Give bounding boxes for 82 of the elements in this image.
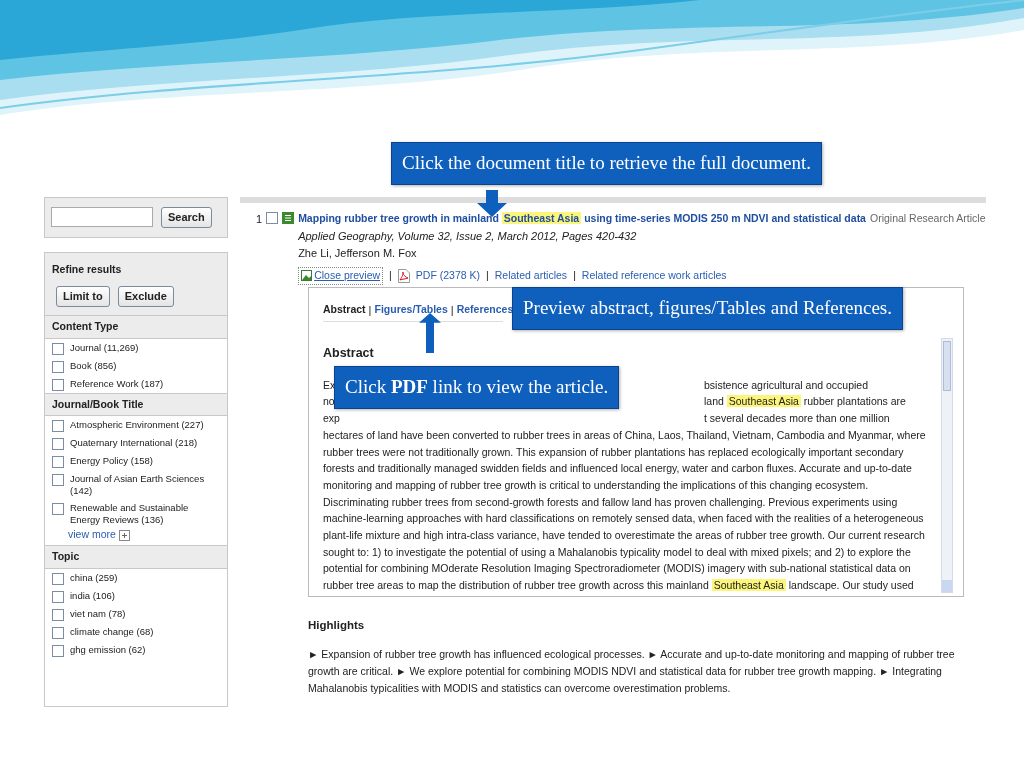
callout-box: Preview abstract, figures/Tables and References. xyxy=(512,287,903,330)
checkbox[interactable] xyxy=(52,626,64,639)
section-header: Journal/Book Title xyxy=(45,392,227,417)
checkbox[interactable] xyxy=(52,572,64,585)
authors-text: Zhe Li, Jefferson M. Fox xyxy=(298,246,418,262)
abstract-fragment: land Southeast Asia rubber plantations are xyxy=(704,395,906,408)
separator: | xyxy=(486,267,489,283)
callout-box: Click PDF link to view the article. xyxy=(334,366,620,409)
highlights-line: Mahalanobis typicalities with MODIS and statistics can overcome overestimation problems. xyxy=(308,680,732,696)
expand-icon[interactable] xyxy=(118,529,130,541)
callout-box: Click the document title to retrieve the full document. xyxy=(391,142,822,185)
panel-title: Refine results xyxy=(52,261,123,277)
filter-button[interactable]: Exclude xyxy=(117,286,174,307)
filter-label[interactable]: ghg emission (62) xyxy=(70,643,146,656)
related-link[interactable]: Related reference work articles xyxy=(581,267,727,284)
checkbox[interactable] xyxy=(266,212,279,224)
image-icon[interactable] xyxy=(301,270,313,282)
checkbox[interactable] xyxy=(52,342,64,355)
abstract-line: Discriminating rubber trees from second-growth forests and fallow land has proven challenging. Previous experiments using xyxy=(323,495,898,508)
preview-tab[interactable]: Abstract xyxy=(323,301,366,318)
checkbox[interactable] xyxy=(52,644,64,657)
separator: | xyxy=(573,267,576,283)
filter-label[interactable]: Reference Work (187) xyxy=(70,377,164,390)
filter-label[interactable]: china (259) xyxy=(70,571,118,584)
pdf-icon[interactable] xyxy=(397,268,410,283)
abstract-line: hectares of land have been converted to rubber trees in areas of China, Laos, Thailand, Vietnam, Cambodia and Myanmar, where xyxy=(323,428,926,441)
abstract-fragment: exp xyxy=(323,412,340,425)
checkbox[interactable] xyxy=(52,503,64,516)
abstract-fragment: no xyxy=(323,395,335,408)
filter-button[interactable]: Limit to xyxy=(56,286,110,307)
search-field[interactable] xyxy=(51,207,153,228)
filter-label[interactable]: Renewable and Sustainable Energy Reviews (136) xyxy=(70,502,220,527)
document-title-link[interactable]: Mapping rubber tree growth in mainland Southeast Asia using time-series MODIS 250 m NDVI and statistical data xyxy=(298,211,866,227)
pdf-link[interactable]: PDF (2378 K) xyxy=(415,267,480,284)
abstract-fragment: bsistence agricultural and occupied xyxy=(704,378,869,391)
filter-label[interactable]: Energy Policy (158) xyxy=(70,455,153,468)
section-heading: Abstract xyxy=(323,345,375,362)
checkbox[interactable] xyxy=(52,378,64,391)
highlights-line: ► Expansion of rubber tree growth has influenced ecological processes. ► Accurate and up-to-date monitoring and mapping of rubber tree xyxy=(308,646,956,662)
abstract-line: forests and traditionally managed swidden fields and influenced local energy, water and carbon fluxes. Accurate and up-to-date xyxy=(323,462,912,475)
checkbox[interactable] xyxy=(52,474,64,487)
scrollbar[interactable] xyxy=(941,337,953,593)
abstract-line: rubber tree areas to map the distribution of rubber tree growth across this mainland Southeast Asia landscape. Our study used xyxy=(323,579,914,591)
abstract-line: monitoring and mapping of rubber tree growth is critical to understanding the implications of this changing ecosystem. xyxy=(323,478,869,491)
abstract-line: plant-life mixture and high intra-class variance, have tended to overestimate the areas of rubber tree growth. Our current research xyxy=(323,528,925,541)
abstract-line: sought to: 1) to investigate the potential of using a Mahalanobis typicality model to deal with mixed pixels; and 2) to explore the xyxy=(323,545,911,558)
section-header: Topic xyxy=(45,545,227,569)
checkbox[interactable] xyxy=(52,420,64,433)
checkbox[interactable] xyxy=(52,590,64,603)
separator: | xyxy=(389,267,392,283)
filter-label[interactable]: climate change (68) xyxy=(70,625,154,638)
preview-tab[interactable]: Figures/Tables xyxy=(374,301,448,318)
highlights-line: growth are critical. ► We explore potential for combining MODIS NDVI and statistical data for rubber tree growth mapping. ► Integrating xyxy=(308,663,943,679)
abstract-fragment: t several decades more than one million xyxy=(704,412,890,425)
abstract-line: machine-learning approaches with hard classifications on remotely sensed data, when faced with the realities of a heterogeneous xyxy=(323,512,924,525)
source-text: Applied Geography, Volume 32, Issue 2, March 2012, Pages 420-432 xyxy=(298,228,638,244)
checkbox[interactable] xyxy=(52,456,64,469)
abstract-line: rubber trees were not traditionally grown. This expansion of rubber plantations has replaced ecologically important secondary xyxy=(323,445,904,458)
filter-label[interactable]: Journal (11,269) xyxy=(70,341,139,354)
related-link[interactable]: Related articles xyxy=(494,267,568,284)
section-header: Content Type xyxy=(45,314,227,339)
filter-label[interactable]: Quaternary International (218) xyxy=(70,437,198,450)
close-preview-link[interactable]: Close preview xyxy=(298,266,384,285)
arrow-icon xyxy=(419,313,441,353)
filter-label[interactable]: india (106) xyxy=(70,589,115,602)
filter-label[interactable]: Book (856) xyxy=(70,359,117,372)
filter-label[interactable]: Journal of Asian Earth Sciences (142) xyxy=(70,473,220,498)
checkbox[interactable] xyxy=(52,608,64,621)
filter-label[interactable]: viet nam (78) xyxy=(70,607,126,620)
result-number: 1 xyxy=(256,212,263,227)
document-icon xyxy=(282,212,295,224)
preview-tab[interactable]: References xyxy=(456,301,514,318)
filter-label[interactable]: Atmospheric Environment (227) xyxy=(70,419,204,432)
separator: | xyxy=(368,302,372,318)
separator: | xyxy=(450,302,454,318)
section-heading: Highlights xyxy=(308,617,366,633)
view-more-link[interactable]: view more xyxy=(68,527,116,543)
search-button[interactable]: Search xyxy=(161,207,212,228)
checkbox[interactable] xyxy=(52,438,64,451)
checkbox[interactable] xyxy=(52,360,64,373)
article-type: Original Research Article xyxy=(869,211,986,226)
abstract-line: potential for combining MOderate Resolution Imaging Spectroradiometer (MODIS) imagery with sub-national statistical data on xyxy=(323,562,911,575)
